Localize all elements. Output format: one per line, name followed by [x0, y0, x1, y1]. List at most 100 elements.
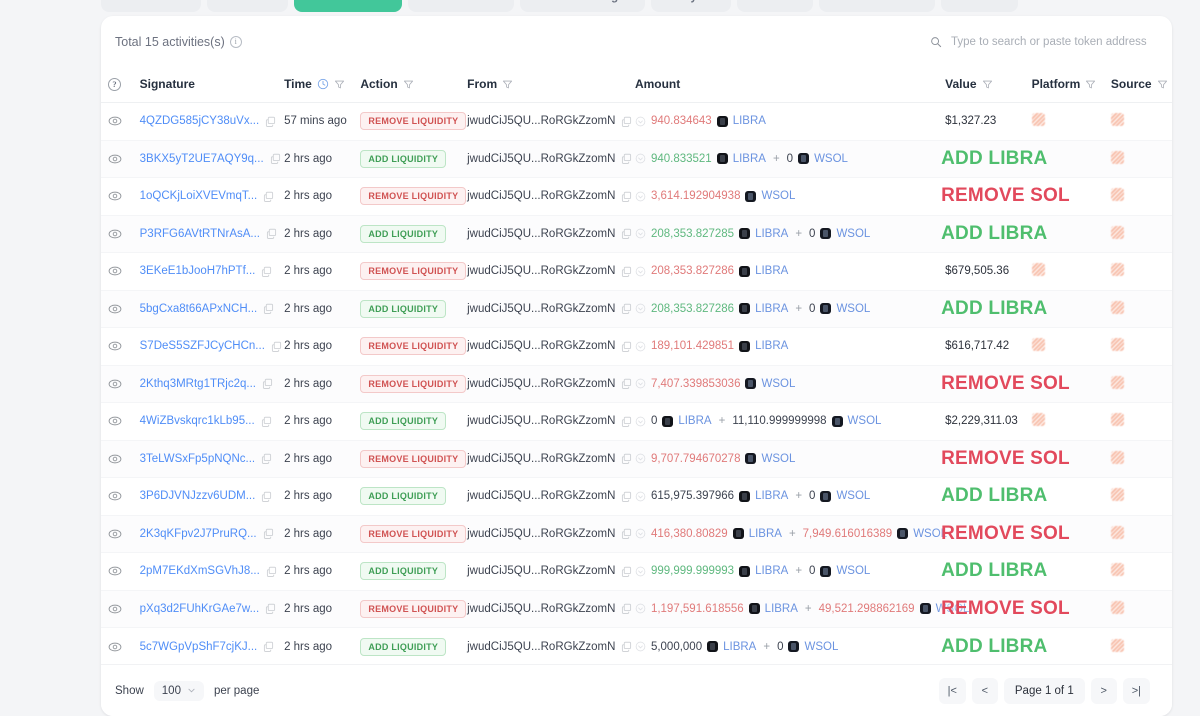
eye-icon[interactable]	[108, 227, 122, 241]
row-platform-cell[interactable]	[1031, 402, 1111, 441]
signature-link[interactable]: 4WiZBvskqrc1kLb95...	[140, 415, 255, 427]
signature-link[interactable]: 2K3qKFpv2J7PruRQ...	[140, 528, 257, 540]
token-symbol[interactable]: WSOL	[836, 565, 870, 577]
row-eye-cell[interactable]	[101, 552, 140, 591]
signature-link[interactable]: P3RFG6AVtRTNrAsA...	[140, 228, 260, 240]
row-from-cell[interactable]: jwudCiJ5QU...RoRGkZzomN	[467, 102, 635, 141]
from-address[interactable]: jwudCiJ5QU...RoRGkZzomN	[467, 641, 615, 653]
token-symbol[interactable]: WSOL	[804, 641, 838, 653]
table-row[interactable]: 4WiZBvskqrc1kLb95... 2 hrs ago ADD LIQUIDI…	[101, 402, 1172, 441]
row-from-cell[interactable]: jwudCiJ5QU...RoRGkZzomN	[467, 628, 635, 666]
row-source-cell[interactable]	[1110, 102, 1172, 141]
token-symbol[interactable]: LIBRA	[755, 490, 788, 502]
next-page-button[interactable]: >	[1090, 677, 1117, 704]
row-signature-cell[interactable]: pXq3d2FUhKrGAe7w...	[139, 590, 285, 628]
row-eye-cell[interactable]	[101, 590, 140, 628]
search-box[interactable]	[930, 30, 1150, 54]
from-address[interactable]: jwudCiJ5QU...RoRGkZzomN	[467, 528, 615, 540]
token-symbol[interactable]: LIBRA	[755, 265, 788, 277]
copy-icon[interactable]	[621, 416, 632, 427]
table-row[interactable]: S7DeS5SZFJCyCHCn... 2 hrs ago REMOVE LIQUI…	[101, 327, 1172, 366]
source-logo-icon[interactable]	[1110, 450, 1124, 464]
row-source-cell[interactable]	[1110, 590, 1172, 628]
source-logo-icon[interactable]	[1110, 300, 1124, 314]
signature-link[interactable]: 3TeLWSxFp5pNQNc...	[140, 453, 255, 465]
signature-link[interactable]: 4QZDG585jCY38uVx...	[140, 115, 260, 127]
source-logo-icon[interactable]	[1110, 113, 1124, 127]
token-symbol[interactable]: LIBRA	[755, 303, 788, 315]
platform-logo-icon[interactable]	[1031, 113, 1045, 127]
filter-icon-source[interactable]	[1157, 79, 1168, 90]
from-address[interactable]: jwudCiJ5QU...RoRGkZzomN	[467, 378, 615, 390]
row-signature-cell[interactable]: 3TeLWSxFp5pNQNc...	[139, 440, 285, 478]
copy-icon[interactable]	[621, 603, 632, 615]
row-from-cell[interactable]: jwudCiJ5QU...RoRGkZzomN	[467, 590, 635, 628]
from-address[interactable]: jwudCiJ5QU...RoRGkZzomN	[467, 490, 615, 502]
row-from-cell[interactable]: jwudCiJ5QU...RoRGkZzomN	[467, 327, 635, 366]
token-symbol[interactable]: WSOL	[836, 228, 870, 240]
copy-icon[interactable]	[621, 191, 632, 202]
token-symbol[interactable]: LIBRA	[678, 415, 711, 427]
row-signature-cell[interactable]: P3RFG6AVtRTNrAsA...	[139, 215, 285, 253]
table-row[interactable]: 2pM7EKdXmSGVhJ8... 2 hrs ago ADD LIQUIDITY…	[101, 552, 1172, 591]
row-platform-cell[interactable]	[1031, 327, 1111, 366]
copy-icon[interactable]	[621, 116, 632, 127]
search-input[interactable]	[949, 35, 1150, 49]
row-platform-cell[interactable]	[1031, 252, 1111, 291]
copy-icon[interactable]	[621, 528, 632, 540]
row-eye-cell[interactable]	[101, 252, 140, 291]
row-from-cell[interactable]: jwudCiJ5QU...RoRGkZzomN	[467, 440, 635, 478]
signature-link[interactable]: 3BKX5yT2UE7AQY9q...	[140, 153, 264, 165]
row-source-cell[interactable]	[1110, 290, 1172, 328]
copy-icon[interactable]	[266, 566, 277, 577]
copy-icon[interactable]	[263, 528, 274, 540]
row-signature-cell[interactable]: 5c7WGpVpShF7cjKJ...	[140, 628, 284, 666]
token-symbol[interactable]: WSOL	[761, 453, 795, 465]
row-source-cell[interactable]	[1110, 365, 1172, 403]
row-eye-cell[interactable]	[101, 177, 140, 216]
row-signature-cell[interactable]: 2K3qKFpv2J7PruRQ...	[139, 515, 285, 553]
row-source-cell[interactable]	[1110, 628, 1172, 666]
table-row[interactable]: 2Kthq3MRtg1TRjc2q... 2 hrs ago REMOVE LIQU…	[101, 365, 1172, 403]
eye-icon[interactable]	[108, 189, 122, 203]
copy-icon[interactable]	[263, 641, 274, 652]
row-eye-cell[interactable]	[101, 477, 140, 516]
eye-icon[interactable]	[108, 640, 122, 654]
from-address[interactable]: jwudCiJ5QU...RoRGkZzomN	[467, 115, 615, 127]
copy-icon[interactable]	[261, 453, 272, 465]
copy-icon[interactable]	[621, 566, 632, 577]
eye-icon[interactable]	[108, 264, 122, 278]
token-symbol[interactable]: LIBRA	[749, 528, 782, 540]
row-signature-cell[interactable]: 1oQCKjLoiXVEVmqT...	[139, 177, 285, 216]
tab-balance-changes[interactable]: Balance Changes	[519, 0, 646, 12]
copy-icon[interactable]	[266, 228, 277, 240]
filter-icon-time[interactable]	[334, 79, 345, 90]
row-eye-cell[interactable]	[101, 515, 140, 553]
row-from-cell[interactable]: jwudCiJ5QU...RoRGkZzomN	[467, 515, 635, 553]
filter-icon-action[interactable]	[403, 79, 414, 90]
token-symbol[interactable]: LIBRA	[755, 565, 788, 577]
row-source-cell[interactable]	[1110, 177, 1172, 216]
row-from-cell[interactable]: jwudCiJ5QU...RoRGkZzomN	[467, 215, 635, 253]
row-source-cell[interactable]	[1110, 515, 1172, 553]
row-from-cell[interactable]: jwudCiJ5QU...RoRGkZzomN	[467, 552, 635, 591]
row-source-cell[interactable]	[1110, 440, 1172, 478]
copy-icon[interactable]	[621, 491, 632, 502]
copy-icon[interactable]	[265, 116, 276, 127]
eye-icon[interactable]	[108, 602, 122, 616]
row-eye-cell[interactable]	[101, 628, 140, 666]
tab-transfers[interactable]: Transfers	[207, 0, 288, 12]
source-logo-icon[interactable]	[1110, 375, 1124, 389]
row-eye-cell[interactable]	[101, 440, 140, 478]
row-signature-cell[interactable]: 2pM7EKdXmSGVhJ8...	[139, 552, 285, 591]
tab-defi-activities[interactable]: DeFi Activities	[293, 0, 403, 12]
tab-analytics[interactable]: Analytics	[651, 0, 732, 12]
filter-icon-value[interactable]	[982, 79, 993, 90]
row-source-cell[interactable]	[1110, 140, 1172, 178]
tab-domains[interactable]: Domains	[940, 0, 1018, 12]
row-signature-cell[interactable]: S7DeS5SZFJCyCHCn...	[139, 327, 285, 366]
copy-icon[interactable]	[262, 378, 273, 390]
token-symbol[interactable]: WSOL	[848, 415, 882, 427]
source-logo-icon[interactable]	[1110, 263, 1124, 277]
signature-link[interactable]: 2Kthq3MRtg1TRjc2q...	[140, 378, 256, 390]
